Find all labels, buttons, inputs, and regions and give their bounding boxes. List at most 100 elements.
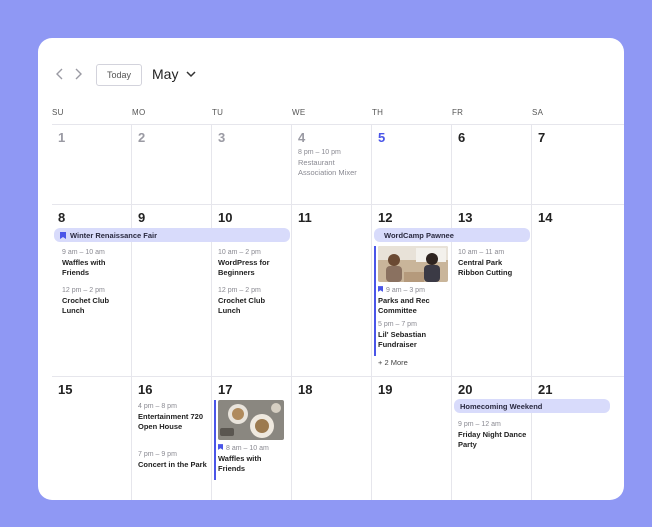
event-time: 10 am – 11 am — [458, 249, 505, 256]
grid-line — [131, 124, 132, 500]
event-photo — [378, 246, 448, 282]
bookmark-icon — [60, 231, 66, 239]
grid-line — [52, 376, 624, 377]
event-title: Crochet Club Lunch — [62, 296, 110, 315]
day-number[interactable]: 10 — [218, 210, 232, 225]
event-time-text: 9 am – 3 pm — [386, 287, 425, 294]
event-title: Crochet Club Lunch — [218, 296, 266, 315]
people-photo-image — [378, 246, 448, 282]
day-number[interactable]: 9 — [138, 210, 145, 225]
grid-line — [291, 124, 292, 500]
event-time: 8 am – 10 am — [218, 444, 288, 453]
event-title: Entertainment 720 Open House — [138, 412, 204, 431]
day-number[interactable]: 18 — [298, 382, 312, 397]
food-photo-image — [218, 400, 284, 440]
bookmark-icon — [378, 286, 383, 292]
event-item[interactable]: 12 pm – 2 pm Crochet Club Lunch — [62, 286, 128, 316]
event-item[interactable]: 5 pm – 7 pm Lil' Sebastian Fundraiser — [378, 320, 448, 350]
event-item[interactable]: 10 am – 2 pm WordPress for Beginners — [218, 248, 288, 278]
chevron-right-icon — [75, 68, 82, 80]
event-time-text: 8 am – 10 am — [226, 445, 269, 452]
day-number[interactable]: 20 — [458, 382, 472, 397]
event-title: Concert in the Park — [138, 460, 207, 469]
event-item[interactable]: 12 pm – 2 pm Crochet Club Lunch — [218, 286, 288, 316]
next-month-button[interactable] — [70, 66, 86, 82]
day-number-today[interactable]: 5 — [378, 130, 385, 145]
event-title: Restaurant Association Mixer — [298, 158, 357, 177]
banner-title: WordCamp Pawnee — [384, 230, 454, 240]
event-item[interactable]: 9 am – 10 am Waffles with Friends — [62, 248, 128, 278]
day-number[interactable]: 13 — [458, 210, 472, 225]
weekday-label: SU — [52, 108, 64, 117]
day-number[interactable]: 21 — [538, 382, 552, 397]
banner-title: Winter Renaissance Fair — [70, 230, 158, 240]
day-number[interactable]: 2 — [138, 130, 145, 145]
event-title: Friday Night Dance Party — [458, 430, 527, 449]
event-photo — [218, 400, 284, 440]
multi-day-event-banner[interactable]: Winter Renaissance Fair — [54, 228, 290, 242]
grid-line — [371, 124, 372, 500]
weekday-label: FR — [452, 108, 464, 117]
day-number[interactable]: 16 — [138, 382, 152, 397]
grid-line — [531, 124, 532, 500]
event-time: 9 am – 3 pm — [378, 286, 448, 295]
event-time: 12 pm – 2 pm — [218, 287, 261, 294]
grid-line — [52, 124, 624, 125]
event-time: 9 am – 10 am — [62, 249, 105, 256]
weekday-header: SU MO TU WE TH FR SA — [52, 108, 624, 122]
multi-day-event-banner[interactable]: WordCamp Pawnee — [374, 228, 530, 242]
chevron-down-icon — [186, 70, 196, 77]
event-item[interactable]: 9 am – 3 pm Parks and Rec Committee — [378, 286, 448, 316]
chevron-left-icon — [56, 68, 63, 80]
event-time: 5 pm – 7 pm — [378, 321, 417, 328]
event-time: 4 pm – 8 pm — [138, 403, 177, 410]
weekday-label: TU — [212, 108, 224, 117]
day-number[interactable]: 6 — [458, 130, 465, 145]
event-title: Parks and Rec Committee — [378, 296, 430, 315]
day-number[interactable]: 14 — [538, 210, 552, 225]
event-item[interactable]: 8 pm – 10 pm Restaurant Association Mixe… — [298, 148, 368, 178]
event-time: 8 pm – 10 pm — [298, 149, 341, 156]
calendar-card: Today May SU MO TU WE TH FR SA 1 2 3 4 5… — [38, 38, 624, 500]
multi-day-event-banner[interactable]: Homecoming Weekend — [454, 399, 610, 413]
event-item[interactable]: 4 pm – 8 pm Entertainment 720 Open House — [138, 402, 208, 432]
weekday-label: TH — [372, 108, 384, 117]
day-number[interactable]: 4 — [298, 130, 305, 145]
month-selector[interactable]: May — [152, 62, 196, 86]
event-item[interactable]: 7 pm – 9 pm Concert in the Park — [138, 450, 208, 470]
day-number[interactable]: 7 — [538, 130, 545, 145]
grid-line — [211, 124, 212, 500]
more-events-link[interactable]: + 2 More — [378, 358, 408, 367]
day-number[interactable]: 12 — [378, 210, 392, 225]
event-item[interactable]: 8 am – 10 am Waffles with Friends — [218, 444, 288, 474]
weekday-label: MO — [132, 108, 146, 117]
weekday-label: SA — [532, 108, 544, 117]
event-time: 10 am – 2 pm — [218, 249, 261, 256]
app-background: Today May SU MO TU WE TH FR SA 1 2 3 4 5… — [0, 0, 652, 527]
event-title: Waffles with Friends — [62, 258, 106, 277]
event-item[interactable]: 9 pm – 12 am Friday Night Dance Party — [458, 420, 528, 450]
event-time: 12 pm – 2 pm — [62, 287, 105, 294]
event-title: Central Park Ribbon Cutting — [458, 258, 513, 277]
day-number[interactable]: 17 — [218, 382, 232, 397]
event-accent-bar — [374, 246, 376, 356]
day-number[interactable]: 8 — [58, 210, 65, 225]
event-title: Lil' Sebastian Fundraiser — [378, 330, 427, 349]
grid-line — [451, 124, 452, 500]
day-number[interactable]: 11 — [298, 210, 312, 225]
event-title: Waffles with Friends — [218, 454, 262, 473]
month-grid: 1 2 3 4 5 6 7 8 pm – 10 pm Restaurant As… — [52, 124, 624, 500]
event-item[interactable]: 10 am – 11 am Central Park Ribbon Cuttin… — [458, 248, 528, 278]
day-number[interactable]: 19 — [378, 382, 392, 397]
prev-month-button[interactable] — [52, 66, 68, 82]
event-title: WordPress for Beginners — [218, 258, 270, 277]
month-label: May — [152, 66, 179, 82]
event-accent-bar — [214, 400, 216, 480]
today-button[interactable]: Today — [96, 64, 142, 86]
day-number[interactable]: 1 — [58, 130, 65, 145]
grid-line — [52, 204, 624, 205]
banner-title: Homecoming Weekend — [460, 401, 543, 411]
day-number[interactable]: 3 — [218, 130, 225, 145]
day-number[interactable]: 15 — [58, 382, 72, 397]
weekday-label: WE — [292, 108, 306, 117]
